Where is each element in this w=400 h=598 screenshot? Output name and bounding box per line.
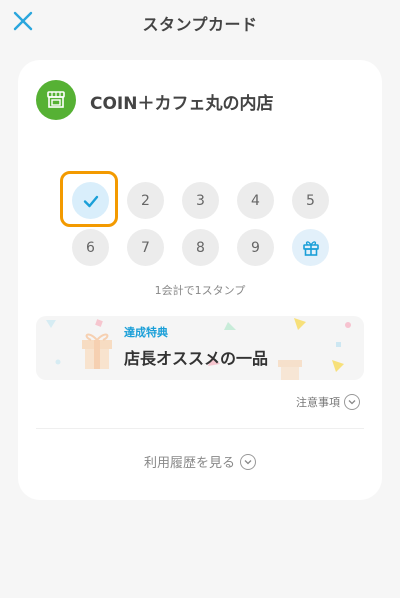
chevron-down-icon bbox=[240, 453, 256, 470]
reward-label: 達成特典 bbox=[124, 326, 168, 339]
history-label: 利用履歴を見る bbox=[143, 456, 235, 471]
stamp-slot-4[interactable]: 4 bbox=[237, 182, 274, 219]
stamp-card: COIN＋カフェ丸の内店 2 3 4 5 6 7 8 9 1会計で1スタンプ 達… bbox=[18, 60, 382, 500]
shop-name: COIN＋カフェ丸の内店 bbox=[90, 94, 274, 114]
notes-label: 注意事項 bbox=[296, 396, 340, 409]
gift-icon bbox=[302, 240, 319, 256]
stamp-slot-6[interactable]: 6 bbox=[72, 229, 109, 266]
stamp-slot-5[interactable]: 5 bbox=[292, 182, 329, 219]
divider bbox=[36, 428, 364, 429]
stamp-slot-8[interactable]: 8 bbox=[182, 229, 219, 266]
stamp-slot-9[interactable]: 9 bbox=[237, 229, 274, 266]
stamp-slot-1[interactable] bbox=[72, 182, 109, 219]
reward-name: 店長オススメの一品 bbox=[124, 349, 269, 368]
page-title: スタンプカード bbox=[142, 15, 258, 34]
history-toggle[interactable]: 利用履歴を見る bbox=[18, 452, 382, 471]
stamp-slot-3[interactable]: 3 bbox=[182, 182, 219, 219]
stamp-slot-2[interactable]: 2 bbox=[127, 182, 164, 219]
check-icon bbox=[83, 195, 98, 207]
stamp-slot-7[interactable]: 7 bbox=[127, 229, 164, 266]
chevron-down-icon bbox=[344, 394, 360, 410]
notes-toggle[interactable]: 注意事項 bbox=[296, 394, 360, 410]
reward-banner: 達成特典 店長オススメの一品 bbox=[36, 316, 364, 380]
header-bar: スタンプカード bbox=[0, 0, 400, 42]
shop-icon bbox=[36, 80, 76, 120]
stamp-rule-text: 1会計で1スタンプ bbox=[154, 284, 246, 297]
stamp-slot-reward[interactable] bbox=[292, 229, 329, 266]
